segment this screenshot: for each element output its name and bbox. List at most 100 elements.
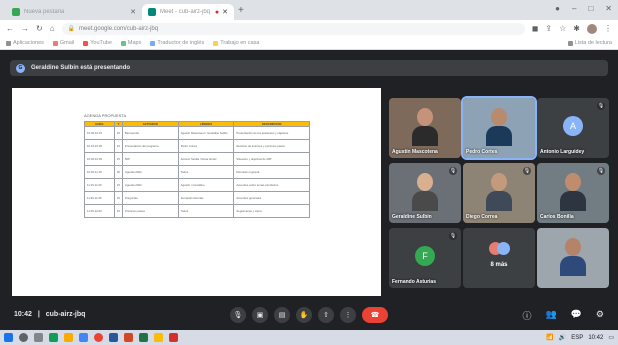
shared-screen: AGENDA PROPUESTA HORA T ACTIVIDAD LÍDERE… xyxy=(12,88,381,296)
table-cell: 15 xyxy=(113,204,123,218)
close-tab-icon[interactable]: ✕ xyxy=(130,8,136,16)
explorer-icon[interactable] xyxy=(64,333,73,342)
table-cell: Todos xyxy=(177,165,235,179)
participant-name: Geraldine Sulbin xyxy=(392,214,432,220)
participant-tile[interactable]: Agustín Mascotena xyxy=(389,98,461,158)
bookmark-label: YouTube xyxy=(90,40,112,46)
powerpoint-icon[interactable] xyxy=(124,333,133,342)
back-icon[interactable]: ← xyxy=(6,24,14,33)
omnibox[interactable]: 🔒 meet.google.com/cub-airz-jbq xyxy=(61,22,525,35)
volume-icon[interactable]: 🔊 xyxy=(559,334,566,341)
word-icon[interactable] xyxy=(109,333,118,342)
participant-tile[interactable]: 🎙 A Antonio Larguidey xyxy=(537,98,609,158)
mic-off-icon: 🎙 xyxy=(523,167,531,175)
maximize-icon[interactable]: □ xyxy=(588,4,593,13)
participant-tile-speaking[interactable]: Pedro Cortes xyxy=(461,96,537,160)
participant-name: Diego Correa xyxy=(466,214,498,220)
search-icon[interactable] xyxy=(19,333,28,342)
table-cell: 11:30-11:45 xyxy=(84,191,115,205)
reading-list[interactable]: Lista de lectura xyxy=(567,40,612,46)
store-icon[interactable] xyxy=(79,333,88,342)
participant-video xyxy=(486,171,512,211)
mic-off-icon: 🎙 xyxy=(449,167,457,175)
photos-icon[interactable] xyxy=(154,333,163,342)
minimize-icon[interactable]: – xyxy=(572,4,576,13)
activities-icon[interactable]: ⚙ xyxy=(596,309,604,322)
bookmark-maps[interactable]: Maps xyxy=(120,40,141,46)
hang-up-icon[interactable]: ☎ xyxy=(362,307,388,323)
captions-icon[interactable]: ▤ xyxy=(274,307,290,323)
bookmark-apps[interactable]: Aplicaciones xyxy=(6,40,44,46)
reload-icon[interactable]: ↻ xyxy=(36,24,43,33)
profile-avatar[interactable] xyxy=(587,23,597,34)
meeting-controls-bar: 10:42 | cub-airz-jbq 🎙 ▣ ▤ ✋ ⇧ ⋮ ☎ ⓘ 👥 💬… xyxy=(0,300,618,330)
camera-icon[interactable]: ▣ xyxy=(252,307,268,323)
participant-name: Agustín Mascotena xyxy=(392,149,438,155)
more-participants-tile[interactable]: 8 más xyxy=(463,228,535,288)
language-indicator[interactable]: ESP xyxy=(571,335,583,341)
present-icon[interactable]: ⇧ xyxy=(318,307,334,323)
extensions-icon[interactable]: ✱ xyxy=(573,24,580,33)
table-cell: Agenda 2022 xyxy=(121,165,179,179)
table-cell: 10:15-10:30 xyxy=(84,139,115,153)
url-text: meet.google.com/cub-airz-jbq xyxy=(79,25,159,32)
new-tab-icon[interactable]: + xyxy=(238,5,244,16)
more-icon[interactable]: ⋮ xyxy=(340,307,356,323)
home-icon[interactable]: ⌂ xyxy=(50,24,55,33)
browser-tab-meet[interactable]: Meet - cub-airz-jbq ● ✕ xyxy=(142,4,234,20)
table-row: 10:30-10:45 15 MIP Antonio Sevilla / Rosa A… xyxy=(84,152,310,166)
participant-name: Pedro Cortes xyxy=(466,149,498,155)
close-tab-icon[interactable]: ✕ xyxy=(222,8,228,16)
notifications-icon[interactable]: ▭ xyxy=(608,334,614,341)
chat-icon[interactable]: 💬 xyxy=(571,309,582,322)
table-cell: 15 xyxy=(113,178,123,192)
share-icon[interactable]: ⇪ xyxy=(545,24,552,33)
participant-video xyxy=(412,106,438,146)
participant-tile[interactable] xyxy=(537,228,609,288)
bookmark-translate[interactable]: Traductor de inglés xyxy=(150,40,204,46)
table-cell: Fernando Asturias xyxy=(177,191,235,205)
bookmark-gmail[interactable]: Gmail xyxy=(52,40,74,46)
people-icon[interactable]: 👥 xyxy=(545,309,556,322)
presenter-text: Geraldine Sulbin está presentando xyxy=(31,65,131,71)
browser-tab-new-tab[interactable]: Nueva pestaña ✕ xyxy=(6,4,142,20)
participant-video xyxy=(560,236,586,276)
windows-start-icon[interactable] xyxy=(4,333,13,342)
table-row: 11:30-11:45 15 Preguntas Fernando Asturias A… xyxy=(84,191,310,205)
bookmark-youtube[interactable]: YouTube xyxy=(83,40,112,46)
mic-icon[interactable]: 🎙 xyxy=(230,307,246,323)
bookmark-folder[interactable]: Trabajo en casa xyxy=(213,40,259,46)
clock[interactable]: 10:42 xyxy=(588,335,603,341)
more-avatars xyxy=(489,242,510,256)
bookmark-star-icon[interactable]: ☆ xyxy=(559,24,566,33)
participant-tile[interactable]: 🎙 Diego Correa xyxy=(463,163,535,223)
acrobat-icon[interactable] xyxy=(169,333,178,342)
participant-tile[interactable]: 🎙 F Fernando Asturias xyxy=(389,228,461,288)
close-window-icon[interactable]: ✕ xyxy=(605,4,612,13)
profile-icon[interactable]: ● xyxy=(555,4,560,13)
info-icon[interactable]: ⓘ xyxy=(522,309,531,322)
table-cell: 15 xyxy=(113,126,123,140)
new-tab-favicon-icon xyxy=(12,8,20,16)
edge-icon[interactable] xyxy=(49,333,58,342)
table-row: 10:45-11:15 30 Agenda 2022 Todos Discusión r… xyxy=(84,165,310,179)
table-cell: 10:45-11:15 xyxy=(84,165,115,179)
menu-dots-icon[interactable]: ⋮ xyxy=(604,24,612,33)
bookmark-label: Aplicaciones xyxy=(13,40,44,46)
forward-icon[interactable]: → xyxy=(21,24,29,33)
network-icon[interactable]: 📶 xyxy=(546,334,553,341)
participant-tile[interactable]: 🎙 Geraldine Sulbin xyxy=(389,163,461,223)
avatar xyxy=(497,242,510,255)
table-cell: 15 xyxy=(113,191,123,205)
raise-hand-icon[interactable]: ✋ xyxy=(296,307,312,323)
recording-dot-icon: ● xyxy=(214,8,220,16)
camera-indicator-icon[interactable]: ◼ xyxy=(532,24,539,33)
meeting-code: cub-airz-jbq xyxy=(45,311,86,318)
translate-icon xyxy=(150,40,156,46)
participant-tile[interactable]: 🎙 Carlos Bonilla xyxy=(537,163,609,223)
participant-video xyxy=(560,171,586,211)
chrome-icon[interactable] xyxy=(94,333,103,342)
lock-icon: 🔒 xyxy=(67,26,76,32)
task-view-icon[interactable] xyxy=(34,333,43,342)
excel-icon[interactable] xyxy=(139,333,148,342)
